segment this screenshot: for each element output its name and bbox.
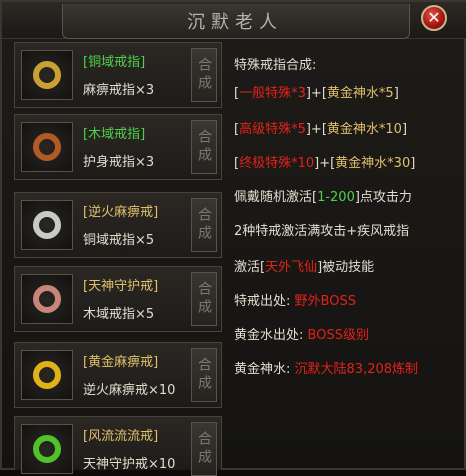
gold-holy-water: 黄金神水*30: [335, 156, 411, 171]
item-thumbnail: [21, 274, 73, 324]
attack-range: 1-200: [317, 190, 355, 205]
activate-line-2: 2种特戒激活满攻击+疾风戒指: [234, 224, 410, 239]
activate-prefix: 激活[: [234, 260, 266, 275]
recipe-item: [铜域戒指] 麻痹戒指×3 合成: [14, 42, 222, 108]
recipe-line-1: [一般特殊*3]+[黄金神水*5]: [234, 82, 399, 101]
activate-line: 激活[天外飞仙]被动技能: [234, 256, 374, 275]
craft-button[interactable]: 合成: [191, 272, 217, 326]
item-material: 木域戒指×5: [83, 307, 155, 322]
activate-suffix: ]被动技能: [317, 260, 375, 275]
gold-source-value: BOSS级别: [307, 328, 369, 343]
item-material: 铜域戒指×5: [83, 233, 155, 248]
item-name: [黄金麻痹戒]: [83, 355, 159, 370]
item-name: [木域戒指]: [83, 127, 146, 142]
craft-button[interactable]: 合成: [191, 48, 217, 102]
special-source-label: 特戒出处:: [234, 294, 291, 309]
craft-button[interactable]: 合成: [191, 198, 217, 252]
item-thumbnail: [21, 200, 73, 250]
recipe-item: [逆火麻痹戒] 铜域戒指×5 合成: [14, 192, 222, 258]
item-material: 护身戒指×3: [83, 155, 155, 170]
item-name: [天神守护戒]: [83, 279, 159, 294]
close-icon[interactable]: ✕: [421, 5, 447, 31]
special-tier: 高级特殊*5: [239, 122, 306, 137]
gold-source-line: 黄金水出处: BOSS级别: [234, 324, 369, 343]
special-source-value: 野外BOSS: [294, 294, 356, 309]
gold-holy-line: 黄金神水: 沉默大陆83,208炼制: [234, 358, 418, 377]
item-thumbnail: [21, 122, 73, 172]
item-name: [铜域戒指]: [83, 55, 146, 70]
wood-domain-ring-icon: [33, 133, 61, 161]
bracket: ]: [410, 156, 416, 171]
item-material: 天神守护戒×10: [83, 457, 176, 472]
golden-paralysis-ring-icon: [33, 361, 61, 389]
bracket: ]: [393, 86, 399, 101]
item-material: 逆火麻痹戒×10: [83, 383, 176, 398]
gold-holy-value: 沉默大陆83,208炼制: [294, 362, 419, 377]
item-name: [逆火麻痹戒]: [83, 205, 159, 220]
wear-prefix: 佩戴随机激活[: [234, 190, 318, 205]
recipe-line-3: [终极特殊*10]+[黄金神水*30]: [234, 152, 415, 171]
bracket: ]: [401, 122, 408, 137]
wear-suffix: ]点攻击力: [354, 190, 412, 205]
craft-button[interactable]: 合成: [191, 120, 217, 174]
recipe-item: [风流流流戒] 天神守护戒×10 合成: [14, 416, 222, 476]
gold-holy-label: 黄金神水:: [234, 362, 291, 377]
reverse-fire-paralysis-ring-icon: [33, 211, 61, 239]
item-thumbnail: [21, 424, 73, 474]
info-heading: 特殊戒指合成:: [234, 58, 317, 73]
gold-holy-water: 黄金神水*5: [326, 86, 394, 101]
item-thumbnail: [21, 50, 73, 100]
recipe-item: [木域戒指] 护身戒指×3 合成: [14, 114, 222, 180]
window-title: 沉默老人: [187, 12, 283, 33]
gold-source-label: 黄金水出处:: [234, 328, 304, 343]
copper-domain-ring-icon: [33, 61, 61, 89]
special-source-line: 特戒出处: 野外BOSS: [234, 290, 356, 309]
wear-line: 佩戴随机激活[1-200]点攻击力: [234, 186, 412, 205]
info-panel: 特殊戒指合成: [一般特殊*3]+[黄金神水*5] [高级特殊*5]+[黄金神水…: [228, 40, 452, 466]
special-tier: 终极特殊*10: [239, 156, 315, 171]
item-material: 麻痹戒指×3: [83, 83, 155, 98]
gold-holy-water: 黄金神水*10: [326, 122, 402, 137]
bracket: ]+[: [305, 122, 327, 137]
god-guardian-ring-icon: [33, 285, 61, 313]
skill-name: 天外飞仙: [265, 260, 318, 275]
item-thumbnail: [21, 350, 73, 400]
item-name: [风流流流戒]: [83, 429, 159, 444]
recipe-line-2: [高级特殊*5]+[黄金神水*10]: [234, 118, 407, 137]
special-tier: 一般特殊*3: [239, 86, 306, 101]
recipe-item: [天神守护戒] 木域戒指×5 合成: [14, 266, 222, 332]
bracket: ]+[: [314, 156, 336, 171]
bracket: ]+[: [305, 86, 327, 101]
recipe-item: [黄金麻痹戒] 逆火麻痹戒×10 合成: [14, 342, 222, 408]
craft-button[interactable]: 合成: [191, 422, 217, 476]
craft-button[interactable]: 合成: [191, 348, 217, 402]
wind-ring-icon: [33, 435, 61, 463]
